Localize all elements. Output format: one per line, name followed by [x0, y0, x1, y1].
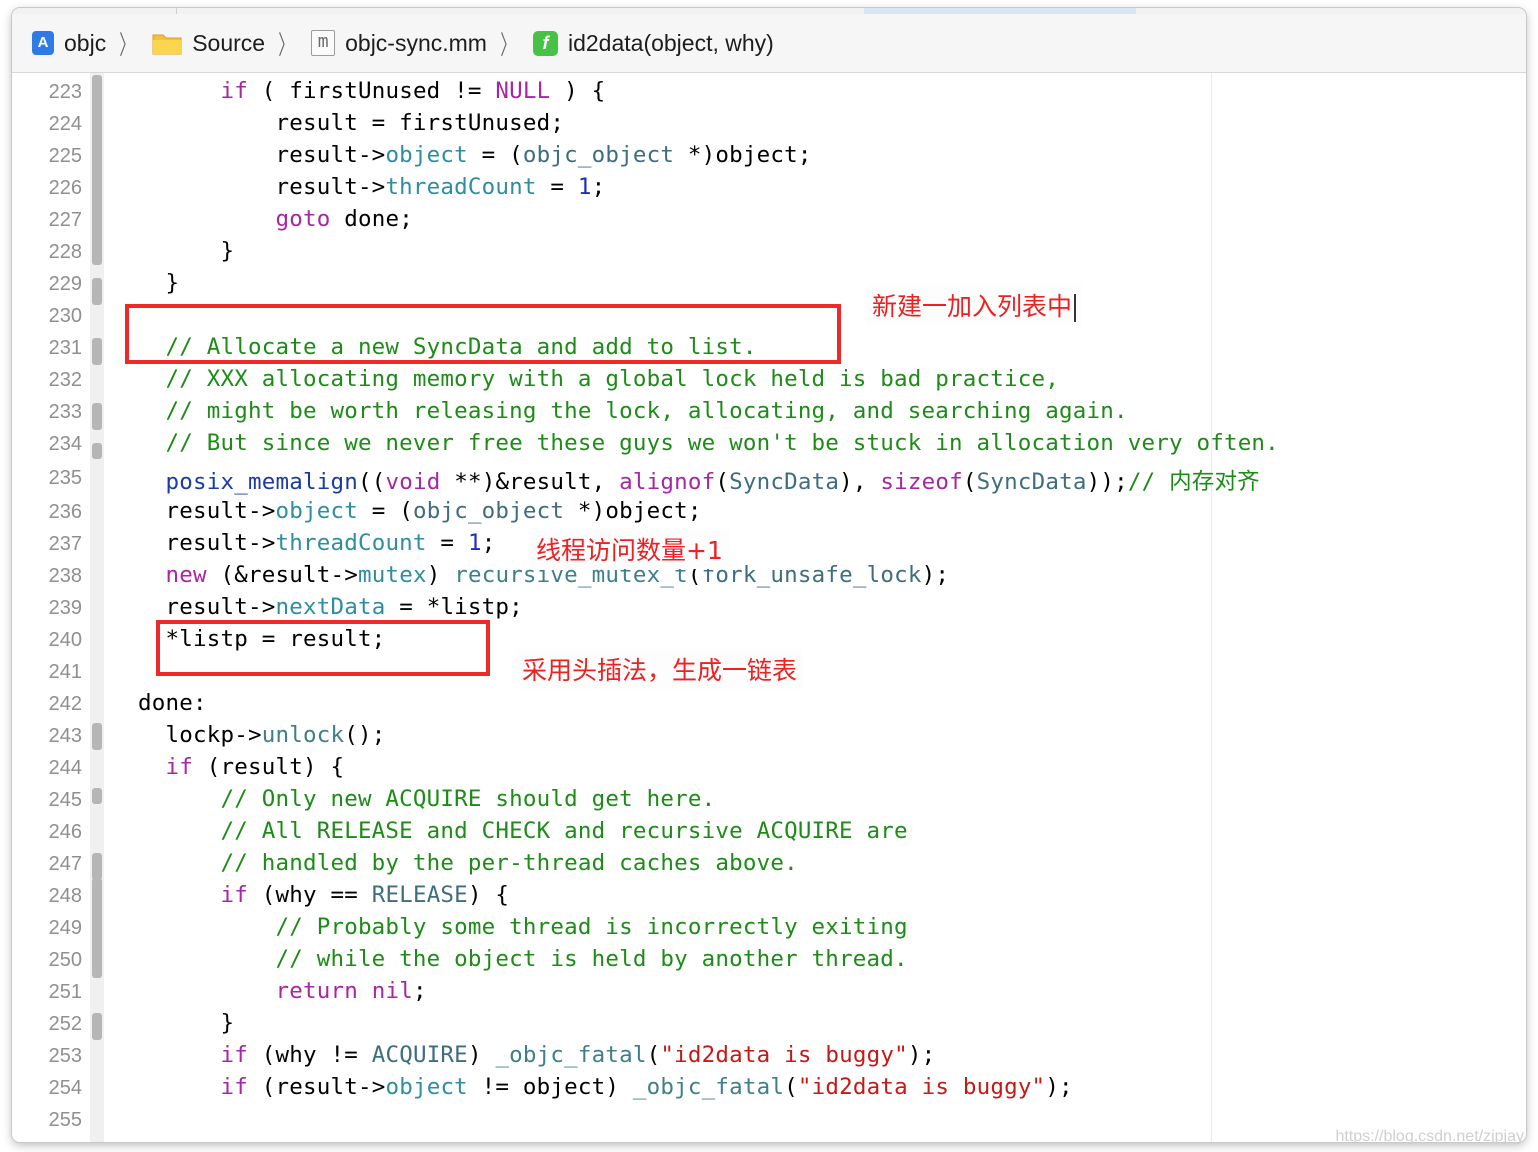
code-line: 223 if ( firstUnused != NULL ) { — [12, 75, 1526, 107]
breadcrumb-file[interactable]: m objc-sync.mm 〉 — [311, 25, 527, 62]
line-number: 254 — [48, 1077, 82, 1099]
code-line: 242 done: — [12, 687, 1526, 719]
code-line: 235 posix_memalign((void **)&result, ali… — [12, 461, 1526, 495]
breadcrumb-label: objc — [64, 29, 107, 56]
breadcrumb-label: Source — [192, 29, 266, 56]
xcode-editor-window: A objc 〉 Source 〉 m objc-sync.mm 〉 f id2… — [12, 8, 1526, 1142]
code-line: 239 result->nextData = *listp; — [12, 591, 1526, 623]
chevron-right-icon: 〉 — [500, 29, 516, 60]
line-number: 242 — [48, 693, 82, 715]
code-line: 234 // But since we never free these guy… — [12, 427, 1526, 459]
code-line: 227 goto done; — [12, 203, 1526, 235]
code-line: 228 } — [12, 235, 1526, 267]
line-number: 231 — [48, 337, 82, 359]
code-line: 252 } — [12, 1007, 1526, 1039]
code-line: 226 result->threadCount = 1; — [12, 171, 1526, 203]
jump-bar: A objc 〉 Source 〉 m objc-sync.mm 〉 f id2… — [12, 14, 1526, 73]
code-line: 249 // Probably some thread is incorrect… — [12, 911, 1526, 943]
code-line: 251 return nil; — [12, 975, 1526, 1007]
code-line: 246 // All RELEASE and CHECK and recursi… — [12, 815, 1526, 847]
line-number: 229 — [48, 273, 82, 295]
line-number: 230 — [48, 305, 82, 327]
line-number: 236 — [48, 501, 82, 523]
annotation-note-threadcount: 线程访问数量+1 — [530, 529, 729, 569]
line-number: 227 — [48, 209, 82, 231]
line-number: 251 — [48, 981, 82, 1003]
breadcrumb-function[interactable]: f id2data(object, why) — [532, 29, 774, 57]
line-number: 225 — [48, 145, 82, 167]
line-number: 234 — [48, 433, 82, 455]
code-line: 244 if (result) { — [12, 751, 1526, 783]
line-number: 232 — [48, 369, 82, 391]
line-number: 226 — [48, 177, 82, 199]
code-line: 243 lockp->unlock(); — [12, 719, 1526, 751]
line-number: 245 — [48, 789, 82, 811]
line-number: 255 — [48, 1109, 82, 1131]
line-number: 240 — [48, 629, 82, 651]
code-line: 254 if (result->object != object) _objc_… — [12, 1071, 1526, 1103]
chevron-right-icon: 〉 — [119, 29, 136, 60]
m-file-icon: m — [311, 30, 336, 56]
line-number: 246 — [48, 821, 82, 843]
code-line: 247 // handled by the per-thread caches … — [12, 847, 1526, 879]
line-number: 253 — [48, 1045, 82, 1067]
code-line: 255 — [12, 1103, 1526, 1135]
folder-icon — [152, 31, 182, 55]
app-target-icon: A — [32, 31, 54, 55]
breadcrumb-label: objc-sync.mm — [345, 29, 487, 56]
line-number: 243 — [48, 725, 82, 747]
line-number: 239 — [48, 597, 82, 619]
line-number: 241 — [48, 661, 82, 683]
watermark: https://blog.csdn.net/zjpjay — [1335, 1128, 1524, 1145]
code-line: 253 if (why != ACQUIRE) _objc_fatal("id2… — [12, 1039, 1526, 1071]
line-number: 223 — [48, 81, 82, 103]
text-cursor — [1074, 294, 1077, 322]
code-line: 225 result->object = (objc_object *)obje… — [12, 139, 1526, 171]
line-number: 247 — [48, 853, 82, 875]
line-number: 249 — [48, 917, 82, 939]
function-icon: f — [532, 30, 558, 56]
breadcrumb-source[interactable]: Source 〉 — [152, 25, 305, 62]
code-line: 237 result->threadCount = 1; — [12, 527, 1526, 559]
line-number: 228 — [48, 241, 82, 263]
line-number: 224 — [48, 113, 82, 135]
code-line: 248 if (why == RELEASE) { — [12, 879, 1526, 911]
breadcrumb-objc[interactable]: A objc 〉 — [32, 25, 146, 62]
code-line: 229 } — [12, 267, 1526, 299]
line-number: 244 — [48, 757, 82, 779]
line-number: 248 — [48, 885, 82, 907]
code-line: 224 result = firstUnused; — [12, 107, 1526, 139]
line-number: 252 — [48, 1013, 82, 1035]
code-line: 250 // while the object is held by anoth… — [12, 943, 1526, 975]
code-line: 233 // might be worth releasing the lock… — [12, 395, 1526, 427]
chevron-right-icon: 〉 — [278, 29, 294, 60]
source-editor[interactable]: 223 if ( firstUnused != NULL ) { 224 res… — [12, 73, 1526, 1142]
code-line: 245 // Only new ACQUIRE should get here. — [12, 783, 1526, 815]
annotation-note-allocate: 新建一加入列表中 — [866, 285, 1083, 325]
line-number: 233 — [48, 401, 82, 423]
annotation-box-allocate — [125, 304, 841, 364]
line-number: 235 — [48, 467, 82, 489]
annotation-box-listp — [156, 620, 490, 676]
code-line: 236 result->object = (objc_object *)obje… — [12, 495, 1526, 527]
breadcrumb-label: id2data(object, why) — [567, 29, 774, 56]
code-line: 238 new (&result->mutex) recursive_mutex… — [12, 559, 1526, 591]
line-number: 237 — [48, 533, 82, 555]
line-number: 250 — [48, 949, 82, 971]
code-line: 232 // XXX allocating memory with a glob… — [12, 363, 1526, 395]
annotation-note-head-insert: 采用头插法，生成一链表 — [516, 649, 804, 689]
line-number: 238 — [48, 565, 82, 587]
